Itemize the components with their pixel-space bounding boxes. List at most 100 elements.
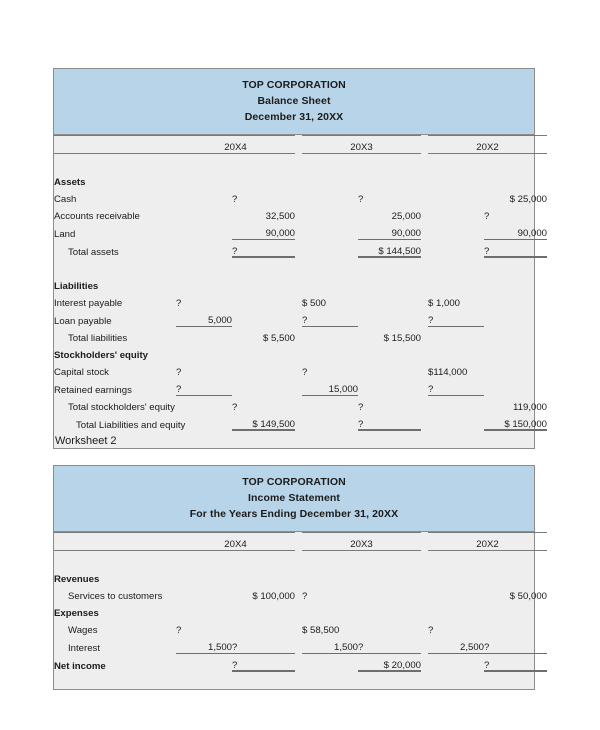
row-label-total-assets: Total assets — [68, 246, 119, 258]
wages-20x3-inner: $ 58,500 — [302, 625, 340, 636]
ar-20x4-outer: 32,500 — [265, 211, 295, 222]
total-assets-20x2-outer: ? — [484, 239, 547, 258]
ar-20x2-outer: ? — [484, 211, 490, 222]
ar-20x3-inner — [302, 205, 358, 222]
row-label-net-income: Net income — [54, 660, 106, 672]
section-heading-liabilities: Liabilities — [54, 275, 547, 292]
statement-name: Income Statement — [247, 492, 341, 504]
row-accounts-receivable: Accounts receivable 32,500 25,000 ? — [54, 205, 547, 222]
row-label-total-liabilities: Total liabilities — [68, 333, 128, 344]
interest-20x3-inner: 1,500 — [302, 636, 358, 654]
retained-earnings-20x2-inner: ? — [428, 378, 484, 396]
services-20x2-inner — [428, 585, 484, 602]
services-20x3-outer — [358, 585, 421, 602]
net-income-20x3-inner — [302, 654, 358, 672]
row-land: Land 90,000 90,000 90,000 — [54, 222, 547, 240]
services-20x4-outer: $ 100,000 — [252, 591, 295, 602]
loan-payable-20x3-inner: ? — [302, 309, 358, 327]
row-total-liabilities: Total liabilities $ 5,500 $ 15,500 — [54, 327, 547, 345]
total-liabilities-20x4-inner — [176, 327, 232, 345]
row-label-loan-payable: Loan payable — [54, 315, 112, 327]
net-income-20x2-inner — [428, 654, 484, 672]
row-label-interest: Interest — [68, 642, 100, 654]
wages-20x2-outer — [484, 619, 547, 636]
total-assets-20x4-outer: ? — [232, 239, 295, 258]
statement-period: For the Years Ending December 31, 20XX — [189, 508, 399, 520]
year-header-row: 20X4 20X3 20X2 — [54, 135, 547, 154]
statement-date: December 31, 20XX — [244, 111, 344, 123]
section-heading-assets: Assets — [54, 171, 547, 188]
year-header-20x2: 20X2 — [428, 532, 547, 551]
row-total-assets: Total assets ? $ 144,500 ? — [54, 239, 547, 258]
balance-sheet-grid: 20X4 20X3 20X2 Assets Cash ? ? $ 25,000 … — [54, 135, 547, 448]
interest-20x3-outer: ? — [358, 636, 421, 654]
interest-payable-20x2-inner: $ 1,000 — [428, 298, 461, 309]
company-name: TOP CORPORATION — [242, 79, 346, 91]
total-liabilities-20x4-outer: $ 5,500 — [262, 333, 295, 344]
land-20x2-inner — [428, 222, 484, 240]
capital-stock-20x3-inner: ? — [302, 367, 308, 378]
cash-20x4-inner — [176, 188, 232, 205]
year-header-row: 20X4 20X3 20X2 — [54, 532, 547, 551]
interest-payable-20x3-outer — [358, 292, 421, 309]
income-statement-title-band: TOP CORPORATION Income Statement For the… — [54, 466, 534, 532]
net-income-20x4-outer: ? — [232, 653, 295, 672]
interest-20x4-inner: 1,500 — [176, 636, 232, 654]
land-20x4-outer: 90,000 — [232, 222, 295, 240]
interest-payable-20x3-inner: $ 500 — [302, 298, 327, 309]
gutter — [421, 136, 428, 154]
liabilities-heading: Liabilities — [54, 281, 99, 292]
total-assets-20x3-inner — [302, 240, 358, 258]
total-equity-20x2-outer: 119,000 — [513, 402, 547, 413]
row-gap — [54, 154, 547, 172]
loan-payable-20x2-outer — [484, 309, 547, 327]
total-liab-equity-20x3-outer: ? — [358, 413, 421, 431]
row-interest-payable: Interest payable ? $ 500 $ 1,000 — [54, 292, 547, 309]
total-equity-20x3-inner — [302, 396, 358, 414]
total-assets-20x2-inner — [428, 240, 484, 258]
retained-earnings-20x4-inner: ? — [176, 378, 232, 396]
row-label-interest-payable: Interest payable — [54, 298, 123, 309]
retained-earnings-20x3-outer — [358, 378, 421, 396]
row-total-liab-equity: Total Liabilities and equity $ 149,500 ?… — [54, 413, 547, 431]
gutter — [421, 533, 428, 551]
row-label-cash: Cash — [54, 194, 77, 205]
land-20x3-outer: 90,000 — [358, 222, 421, 240]
row-cash: Cash ? ? $ 25,000 — [54, 188, 547, 205]
total-liabilities-20x3-inner — [302, 327, 358, 345]
expenses-heading: Expenses — [54, 608, 99, 619]
loan-payable-20x2-inner: ? — [428, 309, 484, 327]
ar-20x2-inner — [428, 205, 484, 222]
row-label-accounts-receivable: Accounts receivable — [54, 211, 140, 222]
total-liabilities-20x3-outer: $ 15,500 — [383, 333, 421, 344]
interest-payable-20x4-inner: ? — [176, 298, 182, 309]
services-20x2-outer: $ 50,000 — [509, 591, 547, 602]
statement-name: Balance Sheet — [257, 95, 331, 107]
year-header-spacer — [54, 135, 176, 154]
ar-20x4-inner — [176, 205, 232, 222]
total-assets-20x3-outer: $ 144,500 — [358, 239, 421, 258]
capital-stock-20x2-outer — [484, 361, 547, 378]
land-20x3-inner — [302, 222, 358, 240]
land-20x4-inner — [176, 222, 232, 240]
cash-20x4-outer: ? — [232, 194, 238, 205]
total-equity-20x4-inner — [176, 396, 232, 414]
row-label-services: Services to customers — [68, 591, 163, 602]
section-heading-revenues: Revenues — [54, 568, 547, 585]
wages-20x4-outer — [232, 619, 295, 636]
loan-payable-20x4-inner: 5,000 — [176, 309, 232, 327]
total-assets-20x4-inner — [176, 240, 232, 258]
revenues-heading: Revenues — [54, 574, 100, 585]
retained-earnings-20x4-outer — [232, 378, 295, 396]
row-label-retained-earnings: Retained earnings — [54, 384, 132, 396]
land-20x2-outer: 90,000 — [484, 222, 547, 240]
interest-payable-20x2-outer — [484, 292, 547, 309]
section-gap — [54, 258, 547, 276]
year-header-20x4: 20X4 — [176, 135, 295, 154]
total-equity-20x2-inner — [428, 396, 484, 414]
loan-payable-20x3-outer — [358, 309, 421, 327]
income-statement-table: TOP CORPORATION Income Statement For the… — [53, 465, 547, 690]
loan-payable-20x4-outer — [232, 309, 295, 327]
wages-20x2-inner: ? — [428, 625, 434, 636]
wages-20x4-inner: ? — [176, 625, 182, 636]
